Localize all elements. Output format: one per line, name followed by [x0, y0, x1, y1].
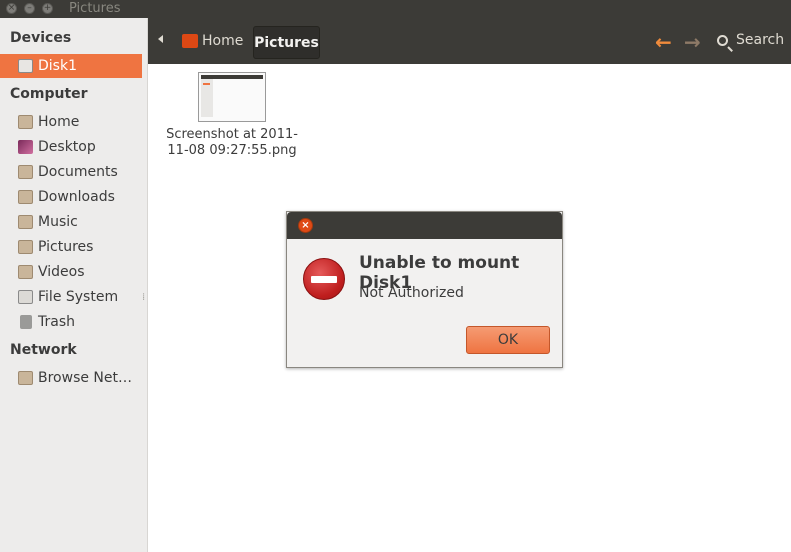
search-button[interactable]: Search: [717, 32, 784, 48]
sidebar-item-label: File System: [38, 289, 119, 305]
sidebar-item-documents[interactable]: Documents: [0, 160, 142, 184]
home-folder-icon: [182, 34, 198, 48]
sidebar-item-music[interactable]: Music: [0, 210, 142, 234]
image-thumbnail: [198, 72, 266, 122]
pictures-folder-icon: [18, 240, 33, 254]
sidebar-header-network: Network: [10, 342, 77, 358]
filesystem-icon: [18, 290, 33, 304]
sidebar-item-label: Browse Net…: [38, 370, 133, 386]
close-icon[interactable]: ×: [298, 218, 313, 233]
sidebar-item-pictures[interactable]: Pictures: [0, 235, 142, 259]
desktop-icon: [18, 140, 33, 154]
sidebar-item-downloads[interactable]: Downloads: [0, 185, 142, 209]
sidebar-header-devices: Devices: [10, 30, 72, 46]
sidebar-item-trash[interactable]: Trash: [0, 310, 142, 334]
sidebar-item-label: Trash: [38, 314, 75, 330]
breadcrumb-home-label: Home: [202, 33, 244, 49]
sidebar-item-label: Desktop: [38, 139, 96, 155]
toolbar: Home Pictures ← → Search: [148, 18, 791, 64]
trash-icon: [20, 315, 32, 329]
sidebar-item-label: Downloads: [38, 189, 115, 205]
error-dialog: × Unable to mount Disk1 Not Authorized O…: [286, 211, 563, 368]
dialog-message: Not Authorized: [359, 285, 464, 301]
sidebar-header-computer: Computer: [10, 86, 88, 102]
file-item[interactable]: Screenshot at 2011-11-08 09:27:55.png: [162, 72, 302, 159]
maximize-window-icon[interactable]: +: [42, 3, 53, 14]
error-stop-icon: [303, 258, 345, 300]
drive-icon: [18, 59, 33, 73]
sidebar: Devices Disk1 Computer Home Desktop Docu…: [0, 18, 148, 552]
file-name: Screenshot at 2011-11-08 09:27:55.png: [166, 127, 298, 158]
downloads-folder-icon: [18, 190, 33, 204]
back-arrow-icon[interactable]: ←: [655, 32, 672, 52]
close-window-icon[interactable]: ×: [6, 3, 17, 14]
sidebar-resize-handle[interactable]: ⁞: [142, 292, 145, 303]
breadcrumb-pictures-label: Pictures: [254, 34, 319, 51]
music-folder-icon: [18, 215, 33, 229]
home-folder-icon: [18, 115, 33, 129]
sidebar-item-browse-network[interactable]: Browse Net…: [0, 366, 142, 390]
sidebar-item-home[interactable]: Home: [0, 110, 142, 134]
sidebar-item-desktop[interactable]: Desktop: [0, 135, 142, 159]
breadcrumb-home[interactable]: Home: [182, 28, 243, 54]
ok-button-label: OK: [497, 332, 519, 348]
minimize-window-icon[interactable]: –: [24, 3, 35, 14]
sidebar-item-label: Pictures: [38, 239, 94, 255]
sidebar-item-label: Disk1: [38, 58, 77, 74]
window-title: Pictures: [69, 1, 121, 16]
forward-arrow-icon[interactable]: →: [684, 32, 701, 52]
network-folder-icon: [18, 371, 33, 385]
sidebar-item-file-system[interactable]: File System: [0, 285, 142, 309]
sidebar-item-disk1[interactable]: Disk1: [0, 54, 142, 78]
dialog-titlebar: ×: [287, 212, 562, 239]
videos-folder-icon: [18, 265, 33, 279]
sidebar-item-videos[interactable]: Videos: [0, 260, 142, 284]
sidebar-item-label: Home: [38, 114, 80, 130]
window-titlebar: × – + Pictures: [0, 0, 791, 18]
breadcrumb-scroll-left-icon[interactable]: [158, 35, 163, 43]
search-icon: [717, 34, 728, 46]
sidebar-item-label: Videos: [38, 264, 85, 280]
search-label: Search: [736, 32, 785, 48]
sidebar-item-label: Music: [38, 214, 78, 230]
breadcrumb-pictures[interactable]: Pictures: [253, 26, 320, 59]
sidebar-item-label: Documents: [38, 164, 118, 180]
documents-folder-icon: [18, 165, 33, 179]
ok-button[interactable]: OK: [466, 326, 550, 354]
